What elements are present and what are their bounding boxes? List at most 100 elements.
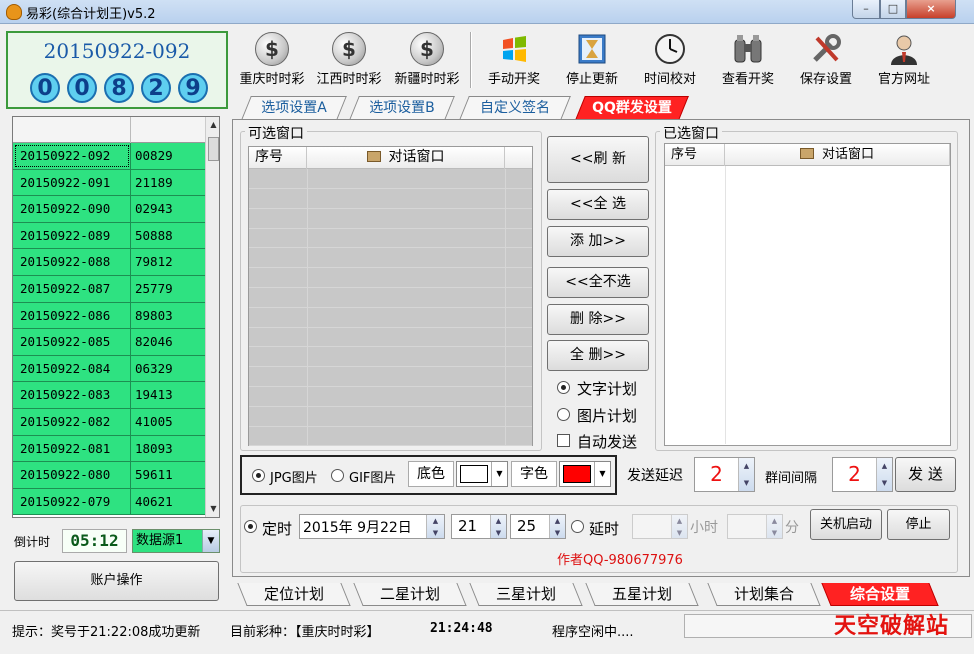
window-icon xyxy=(799,148,814,159)
history-issue: 20150922-084 xyxy=(13,355,131,382)
toolbar-jxssc-button[interactable]: $ 江西时时彩 xyxy=(310,30,388,88)
spin-buttons[interactable]: ▲ ▼ xyxy=(766,515,782,538)
text-plan-label: 文字计划 xyxy=(577,380,638,398)
toolbar-website-button[interactable]: 官方网址 xyxy=(865,30,943,88)
hour-input[interactable]: 21 ▲ ▼ xyxy=(451,514,507,539)
spin-buttons[interactable]: ▲ ▼ xyxy=(738,458,754,491)
add-button[interactable]: 添 加>> xyxy=(547,226,649,257)
delay-hour-input[interactable]: ▲ ▼ xyxy=(632,514,688,539)
tab-label: 选项设置A xyxy=(261,100,327,116)
grid-row xyxy=(249,268,532,288)
stop-button[interactable]: 停止 xyxy=(887,509,950,540)
scroll-up-icon[interactable]: ▲ xyxy=(206,117,219,133)
scroll-down-icon[interactable]: ▼ xyxy=(206,501,219,517)
date-picker[interactable]: 2015年 9月22日 ▲ ▼ xyxy=(299,514,445,539)
toolbar-xjssc-button[interactable]: $ 新疆时时彩 xyxy=(388,30,466,88)
selected-windows-list[interactable]: 序号 对话窗口 xyxy=(664,143,951,446)
chevron-down-icon[interactable]: ▼ xyxy=(202,530,219,552)
delete-all-button[interactable]: 全 删>> xyxy=(547,340,649,371)
jpg-radio[interactable] xyxy=(252,469,265,482)
history-row[interactable]: 20150922-082 41005 xyxy=(13,409,205,436)
grid-row xyxy=(249,308,532,328)
delete-button[interactable]: 删 除>> xyxy=(547,304,649,335)
spin-buttons[interactable]: ▲ ▼ xyxy=(876,458,892,491)
tab-options-a[interactable]: 选项设置A xyxy=(240,96,348,120)
send-delay-input[interactable]: 2 ▲ ▼ xyxy=(694,457,755,492)
toolbar-manual-draw-button[interactable]: 手动开奖 xyxy=(475,30,553,88)
history-code: 25779 xyxy=(135,281,173,296)
minimize-button[interactable]: – xyxy=(852,0,880,19)
history-scrollbar[interactable]: ▲ ▼ xyxy=(205,117,219,517)
list-header: 序号 对话窗口 xyxy=(665,144,950,166)
history-row[interactable]: 20150922-086 89803 xyxy=(13,302,205,330)
tab-label: QQ群发设置 xyxy=(592,100,672,116)
history-row[interactable]: 20150922-089 50888 xyxy=(13,222,205,250)
history-row[interactable]: 20150922-080 59611 xyxy=(13,462,205,489)
history-row[interactable]: 20150922-081 18093 xyxy=(13,435,205,463)
close-button[interactable]: × xyxy=(906,0,956,19)
tab-plan-collection[interactable]: 计划集合 xyxy=(706,583,822,606)
toolbar-stop-update-button[interactable]: 停止更新 xyxy=(553,30,631,88)
minute-input[interactable]: 25 ▲ ▼ xyxy=(510,514,566,539)
history-list[interactable]: 20150922-092 00829 20150922-091 21189 201509… xyxy=(12,116,220,518)
tab-three-star-plan[interactable]: 三星计划 xyxy=(468,583,584,606)
history-row[interactable]: 20150922-091 21189 xyxy=(13,169,205,197)
tab-position-plan[interactable]: 定位计划 xyxy=(236,583,352,606)
spin-buttons[interactable]: ▲ ▼ xyxy=(490,515,506,538)
image-plan-radio[interactable] xyxy=(557,408,570,421)
status-bar: 提示：奖号于21:22:08成功更新 目前彩种：【重庆时时彩】 21:24:48… xyxy=(0,610,974,654)
history-row[interactable]: 20150922-083 19413 xyxy=(13,382,205,409)
spin-buttons[interactable]: ▲ ▼ xyxy=(671,515,687,538)
column-divider xyxy=(725,166,726,444)
tab-general-settings[interactable]: 综合设置 xyxy=(820,583,940,606)
history-row[interactable]: 20150922-087 25779 xyxy=(13,276,205,303)
toolbar-cqssc-button[interactable]: $ 重庆时时彩 xyxy=(233,30,311,88)
available-windows-list[interactable]: 序号 对话窗口 xyxy=(248,146,533,447)
deselect-all-button[interactable]: <<全不选 xyxy=(547,267,649,298)
toolbar-time-sync-button[interactable]: 时间校对 xyxy=(631,30,709,88)
tab-options-b[interactable]: 选项设置B xyxy=(348,96,456,120)
group-interval-input[interactable]: 2 ▲ ▼ xyxy=(832,457,893,492)
tab-five-star-plan[interactable]: 五星计划 xyxy=(584,583,700,606)
maximize-button[interactable]: □ xyxy=(880,0,906,19)
refresh-button[interactable]: <<刷 新 xyxy=(547,136,649,183)
font-color-select[interactable]: ▼ xyxy=(559,461,611,487)
window-icon xyxy=(366,151,381,162)
toolbar-label: 重庆时时彩 xyxy=(239,72,305,87)
toolbar-label: 新疆时时彩 xyxy=(394,72,460,87)
history-row[interactable]: 20150922-092 00829 xyxy=(13,143,205,170)
tab-qq-broadcast[interactable]: QQ群发设置 xyxy=(574,96,690,120)
grid-row xyxy=(249,347,532,368)
select-all-button[interactable]: <<全 选 xyxy=(547,189,649,220)
history-row[interactable]: 20150922-085 82046 xyxy=(13,329,205,356)
bg-color-select[interactable]: ▼ xyxy=(456,461,508,487)
text-plan-radio[interactable] xyxy=(557,381,570,394)
shutdown-start-button[interactable]: 关机启动 xyxy=(810,509,882,540)
delay-radio[interactable] xyxy=(571,520,584,533)
history-row[interactable]: 20150922-084 06329 xyxy=(13,355,205,383)
send-button[interactable]: 发 送 xyxy=(895,457,956,492)
chevron-down-icon[interactable]: ▼ xyxy=(594,462,610,486)
tab-custom-signature[interactable]: 自定义签名 xyxy=(458,96,572,120)
scroll-thumb[interactable] xyxy=(208,137,219,161)
history-row[interactable]: 20150922-090 02943 xyxy=(13,196,205,223)
grid-row xyxy=(249,228,532,249)
minute-unit-label: 分 xyxy=(785,520,799,536)
datasource-select[interactable]: 数据源1 ▼ xyxy=(132,529,220,553)
tab-two-star-plan[interactable]: 二星计划 xyxy=(352,583,468,606)
gif-radio[interactable] xyxy=(331,469,344,482)
toolbar-view-draw-button[interactable]: 查看开奖 xyxy=(709,30,787,88)
chevron-down-icon[interactable]: ▼ xyxy=(491,462,507,486)
toolbar-save-settings-button[interactable]: 保存设置 xyxy=(787,30,865,88)
tab-label: 二星计划 xyxy=(379,585,440,603)
timed-radio[interactable] xyxy=(244,520,257,533)
tab-label: 选项设置B xyxy=(369,100,435,116)
delay-minute-input[interactable]: ▲ ▼ xyxy=(727,514,783,539)
hourglass-icon xyxy=(578,34,606,64)
spin-buttons[interactable]: ▲ ▼ xyxy=(549,515,565,538)
history-row[interactable]: 20150922-088 79812 xyxy=(13,249,205,276)
auto-send-checkbox[interactable] xyxy=(557,434,570,447)
history-row[interactable]: 20150922-079 40621 xyxy=(13,488,205,516)
spin-buttons[interactable]: ▲ ▼ xyxy=(426,515,444,538)
account-button[interactable]: 账户操作 xyxy=(14,561,219,601)
